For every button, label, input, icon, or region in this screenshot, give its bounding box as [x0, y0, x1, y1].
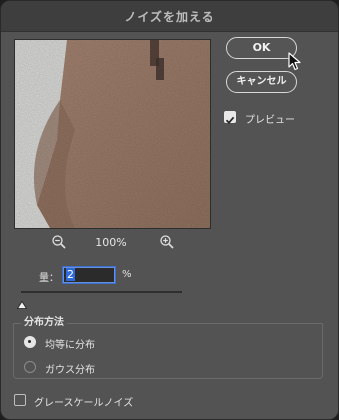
- dialog-title: ノイズを加える: [124, 10, 215, 24]
- radio-uniform[interactable]: [24, 336, 36, 348]
- radio-uniform-label: 均等に分布: [45, 340, 95, 351]
- preview-checkbox[interactable]: [224, 111, 236, 125]
- amount-slider-thumb[interactable]: [16, 294, 28, 309]
- add-noise-dialog: ノイズを加える 100% OK キャンセル プレビュー 量： 2 % 分布方法 …: [0, 0, 339, 420]
- distribution-group-label: 分布方法: [21, 313, 67, 328]
- radio-gaussian[interactable]: [24, 361, 36, 373]
- title-bar[interactable]: ノイズを加える: [1, 1, 338, 32]
- grayscale-noise-checkbox[interactable]: [14, 394, 26, 406]
- amount-input[interactable]: 2: [63, 267, 115, 283]
- zoom-controls: 100%: [51, 234, 176, 252]
- preview-label: プレビュー: [245, 115, 295, 126]
- zoom-level: 100%: [95, 236, 127, 249]
- amount-unit: %: [122, 269, 132, 280]
- ok-button[interactable]: OK: [226, 37, 297, 59]
- zoom-out-icon[interactable]: [51, 234, 67, 250]
- cancel-button[interactable]: キャンセル: [226, 71, 297, 93]
- amount-label: 量：: [39, 273, 59, 284]
- checkmark-icon: [225, 116, 235, 125]
- zoom-in-icon[interactable]: [159, 234, 175, 250]
- mouse-cursor-icon: [288, 52, 302, 72]
- preview-image: [15, 40, 210, 228]
- radio-gaussian-label: ガウス分布: [45, 365, 95, 376]
- grayscale-noise-label: グレースケールノイズ: [34, 398, 134, 409]
- amount-slider-track[interactable]: [21, 291, 182, 293]
- amount-value: 2: [66, 268, 75, 281]
- filter-preview[interactable]: [14, 39, 211, 229]
